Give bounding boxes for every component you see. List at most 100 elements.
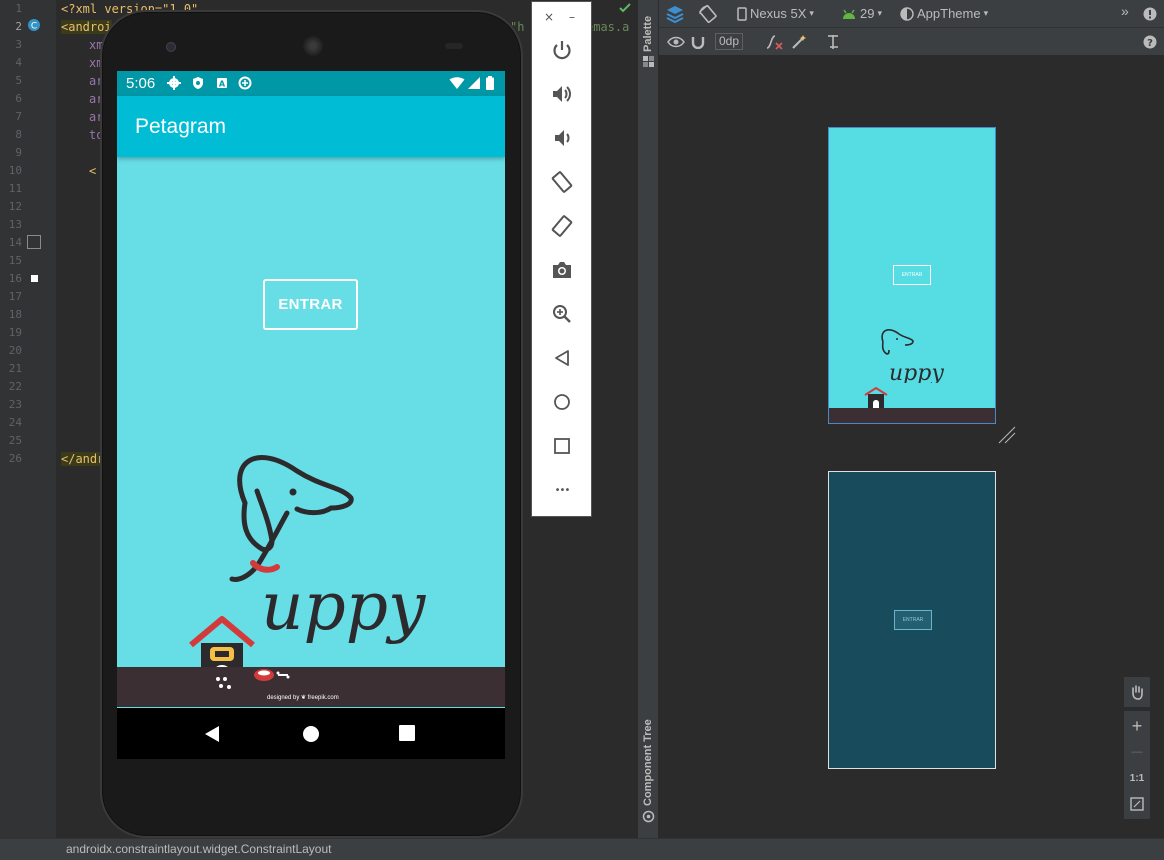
more-button[interactable]: ••• (545, 473, 579, 507)
line-number: 5 (15, 74, 22, 87)
power-button[interactable] (545, 33, 579, 67)
line-number: 22 (8, 380, 22, 393)
android-icon (843, 9, 855, 19)
signal-icon (468, 77, 480, 89)
back-button[interactable] (545, 341, 579, 375)
line-number: 4 (15, 56, 22, 69)
home-button[interactable] (545, 385, 579, 419)
ide-window: 1 2 3 4 5 6 7 8 9 10 11 12 13 14 15 16 1… (0, 0, 1164, 860)
line-number: 19 (8, 326, 22, 339)
checkmark-icon (619, 3, 631, 13)
line-number: 20 (8, 344, 22, 357)
line-number: 17 (8, 290, 22, 303)
svg-text:A: A (219, 80, 226, 89)
font-icon: A (217, 78, 227, 89)
api-level: 29 (860, 6, 875, 21)
zoom-button[interactable] (545, 297, 579, 331)
blueprint-view[interactable]: ENTRAR (828, 471, 996, 769)
eye-icon[interactable] (667, 35, 685, 49)
zoom-icon (553, 305, 571, 323)
pan-button[interactable] (1124, 677, 1150, 707)
shield-icon (193, 77, 203, 89)
app-toolbar: Petagram (117, 96, 505, 157)
nav-overview-icon[interactable] (399, 725, 415, 741)
entrar-button[interactable]: ENTRAR (263, 279, 358, 330)
power-icon (553, 41, 571, 60)
api-selector[interactable]: 29 ▾ (841, 6, 882, 21)
line-number: 24 (8, 416, 22, 429)
phone-icon (737, 6, 747, 21)
component-tree-icon[interactable] (642, 810, 655, 823)
zoom-to-fit-button[interactable] (1124, 789, 1150, 819)
design-surface-icon[interactable] (665, 4, 685, 24)
design-preview[interactable]: ENTRAR uppy (828, 127, 996, 424)
wifi-icon (449, 77, 465, 89)
overview-button[interactable] (545, 429, 579, 463)
speaker-grille (303, 36, 323, 56)
theme-selector[interactable]: AppTheme ▾ (900, 6, 988, 21)
status-time: 5:06 (126, 75, 156, 92)
line-number: 25 (8, 434, 22, 447)
back-icon (555, 350, 569, 366)
side-tool-strip: Palette Component Tree (638, 0, 659, 838)
volume-up-button[interactable] (545, 77, 579, 111)
emulator-toolbar: × – ••• (531, 1, 592, 517)
clear-constraints-icon[interactable] (765, 34, 783, 50)
expand-icon[interactable]: » (1121, 3, 1129, 19)
default-margin-field[interactable]: 0dp (715, 33, 744, 50)
line-number: 18 (8, 308, 22, 321)
color-preview-icon[interactable] (31, 275, 38, 282)
svg-text:uppy: uppy (889, 361, 944, 383)
palette-icon[interactable] (642, 55, 655, 68)
android-status-bar: 5:06 A (117, 71, 505, 96)
preview-entrar-button[interactable]: ENTRAR (893, 265, 931, 285)
fit-screen-icon (1130, 797, 1144, 811)
rotate-right-button[interactable] (545, 209, 579, 243)
line-number: 23 (8, 398, 22, 411)
rotate-left-button[interactable] (545, 165, 579, 199)
blueprint-entrar-button[interactable]: ENTRAR (894, 610, 932, 630)
code-line: <androi (61, 20, 112, 34)
puppy-logo-text: uppy (261, 568, 426, 645)
nav-back-icon[interactable] (203, 725, 221, 743)
line-number: 15 (8, 254, 22, 267)
line-number: 26 (8, 452, 22, 465)
emulator-screen[interactable]: 5:06 A Petagram ENTRAR uppy designed by … (117, 71, 505, 759)
data-saver-icon (238, 76, 252, 90)
resize-handle-icon[interactable] (997, 425, 1017, 445)
code-line: emas.a (586, 20, 630, 34)
hand-icon (1132, 685, 1143, 700)
line-number: 7 (15, 110, 22, 123)
screenshot-button[interactable] (545, 253, 579, 287)
preview-doghouse-icon (864, 386, 888, 410)
line-number: 8 (15, 128, 22, 141)
preview-puppy-illustration: uppy (881, 329, 944, 383)
line-number: 11 (8, 182, 22, 195)
component-breadcrumb[interactable]: androidx.constraintlayout.widget.Constra… (66, 842, 332, 856)
component-tree-tab[interactable]: Component Tree (642, 719, 654, 806)
close-icon[interactable]: × (544, 10, 554, 24)
code-line: </andr (61, 452, 105, 466)
class-icon[interactable]: C (27, 18, 41, 32)
nav-home-icon[interactable] (302, 725, 320, 743)
color-preview-icon[interactable] (27, 235, 41, 249)
paw-prints-icon (216, 677, 231, 689)
help-icon[interactable]: ? (1143, 35, 1157, 49)
orientation-icon[interactable] (698, 4, 718, 24)
proximity-sensor (445, 43, 463, 49)
minimize-icon[interactable]: – (569, 10, 575, 24)
line-number: 21 (8, 362, 22, 375)
android-nav-bar (117, 708, 505, 759)
home-icon (554, 394, 570, 410)
palette-tab[interactable]: Palette (642, 16, 654, 52)
rotate-right-icon (551, 215, 573, 237)
magnet-icon[interactable] (691, 35, 705, 49)
infer-constraints-icon[interactable] (791, 34, 807, 50)
volume-down-icon (555, 130, 570, 146)
device-selector[interactable]: Nexus 5X ▾ (737, 6, 814, 21)
line-number: 16 (8, 272, 22, 285)
volume-down-button[interactable] (545, 121, 579, 155)
warning-icon[interactable] (1143, 7, 1157, 21)
battery-icon (486, 76, 494, 90)
guidelines-icon[interactable] (826, 34, 840, 50)
